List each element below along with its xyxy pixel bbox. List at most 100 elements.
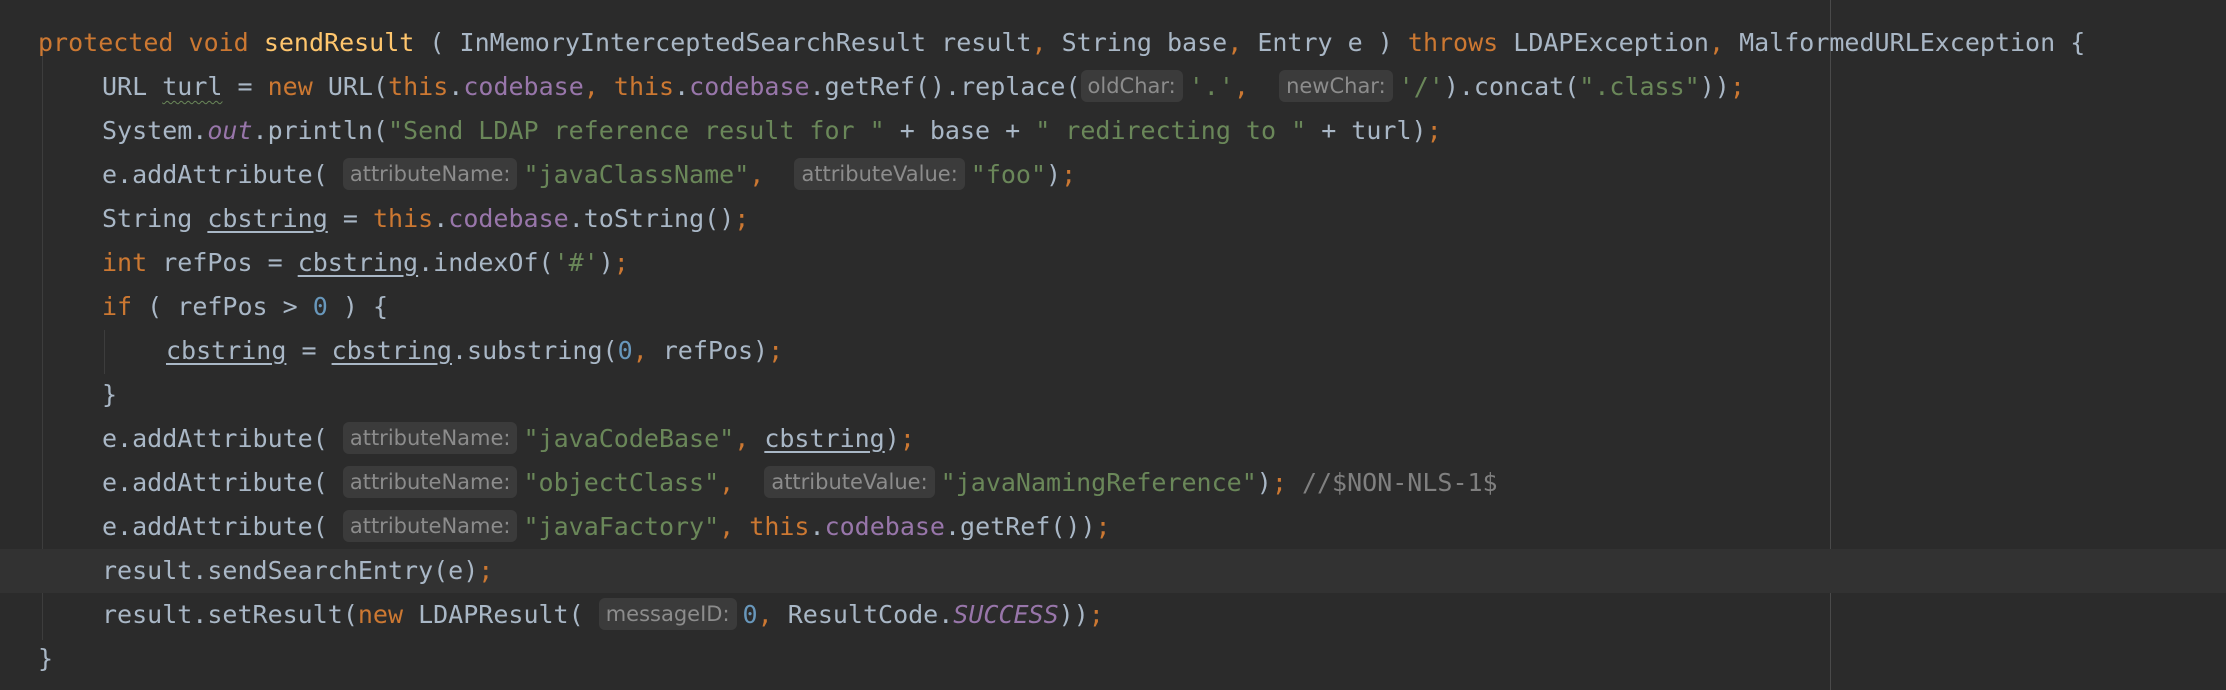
concat-expr: + base + <box>884 116 1036 145</box>
semicolon: ; <box>899 424 915 453</box>
keyword-new: new <box>357 600 404 629</box>
variable-cbstring: cbstring <box>207 204 328 233</box>
exception-1: LDAPException <box>1513 28 1709 57</box>
variable-cbstring: cbstring <box>297 248 419 277</box>
field-codebase: codebase <box>463 72 584 101</box>
code-line-11[interactable]: e.addAttribute( attributeName: "objectCla… <box>0 461 2226 505</box>
close-brace: } <box>102 380 118 409</box>
inlay-hint-messageid: messageID: <box>598 598 737 630</box>
semicolon: ; <box>1271 468 1287 497</box>
comma: , <box>734 424 750 453</box>
code-line-4[interactable]: e.addAttribute( attributeName: "javaClass… <box>0 153 2226 197</box>
close-paren: ) <box>598 248 614 277</box>
comma: , <box>632 336 648 365</box>
string-literal: "javaCodeBase" <box>523 424 735 453</box>
code-line-2[interactable]: URL turl = new URL(this.codebase, this.c… <box>0 65 2226 109</box>
string-literal: "Send LDAP reference result for " <box>387 116 885 145</box>
dot: . <box>674 72 690 101</box>
comma: , <box>583 72 599 101</box>
code-line-3[interactable]: System.out.println("Send LDAP reference … <box>0 109 2226 153</box>
field-codebase: codebase <box>824 512 945 541</box>
string-literal: "javaNamingReference" <box>940 468 1257 497</box>
line-comment: //$NON-NLS-1$ <box>1301 468 1498 497</box>
declaration-refpos: refPos = <box>162 248 298 277</box>
string-literal: " redirecting to " <box>1035 116 1307 145</box>
method-call-substring: .substring( <box>452 336 618 365</box>
semicolon: ; <box>734 204 750 233</box>
type-url: URL <box>102 72 148 101</box>
assign-op: = <box>237 72 253 101</box>
inlay-hint-oldchar: oldChar: <box>1080 70 1183 102</box>
variable-turl: turl <box>162 72 223 101</box>
code-editor[interactable]: protected void sendResult ( InMemoryInte… <box>0 0 2226 690</box>
comma: , <box>1227 28 1243 57</box>
static-field-out: out <box>207 116 253 145</box>
method-name: sendResult <box>263 28 415 57</box>
argument-refpos: refPos) <box>647 336 769 365</box>
code-line-6[interactable]: int refPos = cbstring.indexOf('#'); <box>0 241 2226 285</box>
code-line-1[interactable]: protected void sendResult ( InMemoryInte… <box>0 21 2226 65</box>
param-name-1: result <box>941 28 1032 57</box>
static-field-success: SUCCESS <box>953 600 1059 629</box>
field-codebase: codebase <box>448 204 569 233</box>
close-paren: ) <box>1377 28 1393 57</box>
if-condition: ( refPos > <box>147 292 313 321</box>
keyword-void: void <box>188 28 249 57</box>
system-class: System. <box>102 116 208 145</box>
keyword-protected: protected <box>38 28 174 57</box>
inlay-hint-attributevalue: attributeValue: <box>764 466 935 498</box>
code-line-5[interactable]: String cbstring = this.codebase.toString… <box>0 197 2226 241</box>
semicolon: ; <box>1061 160 1077 189</box>
code-line-15[interactable]: } <box>0 637 2226 681</box>
keyword-throws: throws <box>1407 28 1499 57</box>
inlay-hint-attributename: attributeName: <box>342 466 518 498</box>
keyword-if: if <box>102 292 133 321</box>
semicolon: ; <box>1088 600 1104 629</box>
close-paren: ) <box>1256 468 1272 497</box>
method-call-addattribute: e.addAttribute( <box>102 424 328 453</box>
method-call-sendsearchentry: result.sendSearchEntry(e) <box>102 556 479 585</box>
exception-2: MalformedURLException <box>1739 28 2056 57</box>
dot: . <box>809 512 825 541</box>
keyword-this: this <box>372 204 434 233</box>
inlay-hint-newchar: newChar: <box>1279 70 1393 102</box>
number-literal: 0 <box>312 292 328 321</box>
close-brace: } <box>38 644 54 673</box>
open-paren: ( <box>429 28 445 57</box>
string-literal: "javaFactory" <box>523 512 720 541</box>
method-call-addattribute: e.addAttribute( <box>102 468 328 497</box>
close-paren: ) <box>1046 160 1062 189</box>
string-literal: "javaClassName" <box>523 160 750 189</box>
char-literal: '/' <box>1398 72 1444 101</box>
field-codebase: codebase <box>689 72 810 101</box>
comma: , <box>757 600 773 629</box>
code-line-12[interactable]: e.addAttribute( attributeName: "javaFacto… <box>0 505 2226 549</box>
char-literal: '#' <box>553 248 599 277</box>
method-call-tostring: .toString() <box>568 204 735 233</box>
method-call-addattribute: e.addAttribute( <box>102 160 328 189</box>
method-call-addattribute: e.addAttribute( <box>102 512 328 541</box>
param-name-2: base <box>1166 28 1228 57</box>
string-literal: "objectClass" <box>523 468 720 497</box>
url-constructor: URL( <box>327 72 389 101</box>
method-call-indexof: .indexOf( <box>418 248 554 277</box>
semicolon: ; <box>478 556 494 585</box>
type-string: String <box>102 204 193 233</box>
keyword-this: this <box>749 512 810 541</box>
close-parens: )) <box>1058 600 1089 629</box>
code-line-9[interactable]: } <box>0 373 2226 417</box>
code-line-8[interactable]: cbstring = cbstring.substring(0, refPos)… <box>0 329 2226 373</box>
code-line-13-current[interactable]: result.sendSearchEntry(e); <box>0 549 2226 593</box>
code-line-10[interactable]: e.addAttribute( attributeName: "javaCodeB… <box>0 417 2226 461</box>
semicolon: ; <box>768 336 784 365</box>
semicolon: ; <box>1426 116 1442 145</box>
dot: . <box>433 204 449 233</box>
code-line-7[interactable]: if ( refPos > 0 ) { <box>0 285 2226 329</box>
open-brace: { <box>2070 28 2086 57</box>
comma: , <box>1233 72 1249 101</box>
comma: , <box>1031 28 1047 57</box>
code-line-14[interactable]: result.setResult(new LDAPResult( message… <box>0 593 2226 637</box>
keyword-this: this <box>613 72 675 101</box>
resultcode-class: ResultCode. <box>772 600 954 629</box>
number-literal: 0 <box>742 600 758 629</box>
